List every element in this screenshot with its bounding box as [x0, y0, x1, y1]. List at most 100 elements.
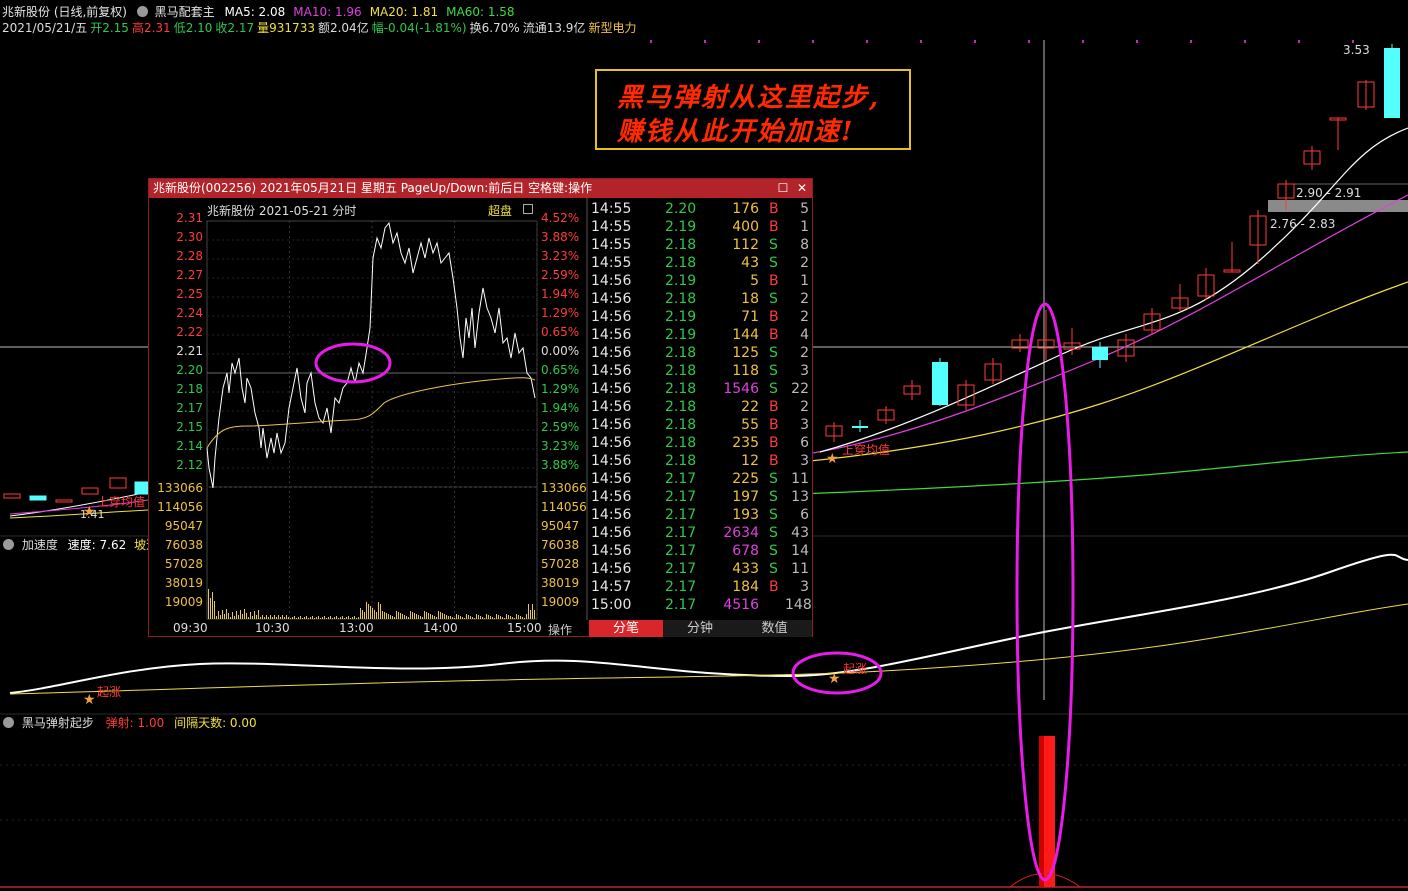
volume-bar: [278, 615, 279, 619]
date-marker: [1136, 40, 1138, 43]
volume-bar: [464, 618, 465, 619]
volume-bar: [260, 617, 261, 619]
date-marker: [758, 40, 760, 43]
date-marker: [1244, 40, 1246, 43]
tick-row[interactable]: 14:56 2.17 2634 S 43: [589, 524, 812, 542]
tick-row[interactable]: 15:00 2.17 4516 148: [589, 596, 812, 614]
tick-row[interactable]: 14:56 2.18 55 B 3: [589, 416, 812, 434]
indicator1-name[interactable]: 加速度: [22, 538, 58, 552]
volume-axis-label: 133066: [157, 481, 203, 495]
tick-row[interactable]: 14:56 2.19 144 B 4: [589, 326, 812, 344]
gear-icon[interactable]: [3, 717, 14, 728]
volume-bar: [440, 612, 441, 619]
popup-titlebar[interactable]: 兆新股份(002256) 2021年05月21日 星期五 PageUp/Down…: [149, 179, 812, 198]
tab-minutes[interactable]: 分钟: [663, 620, 737, 637]
tick-side: S: [769, 255, 778, 271]
tick-row[interactable]: 14:56 2.17 225 S 11: [589, 470, 812, 488]
operation-button[interactable]: 操作: [548, 621, 572, 638]
volume-bar: [324, 616, 325, 619]
tick-count: 5: [800, 201, 809, 217]
price-axis-label: 2.24: [176, 306, 203, 320]
tick-row[interactable]: 14:56 2.18 12 B 3: [589, 452, 812, 470]
tick-count: 2: [800, 255, 809, 271]
volume-bar: [456, 614, 457, 619]
tick-price: 2.18: [665, 417, 697, 433]
tick-list[interactable]: 14:55 2.20 176 B 5 14:55 2.19 400 B 1 14:55 2.18 112…: [589, 200, 812, 618]
tick-row[interactable]: 14:56 2.19 5 B 1: [589, 272, 812, 290]
panel-toggle-icon[interactable]: [523, 204, 533, 214]
pct-axis-label: 0.00%: [541, 344, 579, 358]
time-axis-label: 10:30: [255, 621, 290, 635]
time-axis-label: 15:00: [507, 621, 542, 635]
tab-ticks[interactable]: 分笔: [589, 620, 663, 637]
date-marker: [1190, 40, 1192, 43]
tick-row[interactable]: 14:56 2.19 71 B 2: [589, 308, 812, 326]
tick-row[interactable]: 14:56 2.18 22 B 2: [589, 398, 812, 416]
pct-axis-label: 3.88%: [541, 230, 579, 244]
tick-volume: 118: [732, 363, 759, 379]
price-range-label-2: 2.76 - 2.83: [1270, 217, 1336, 231]
tab-values[interactable]: 数值: [737, 620, 812, 637]
tick-row[interactable]: 14:56 2.18 125 S 2: [589, 344, 812, 362]
gear-icon[interactable]: [3, 539, 14, 550]
volume-bar: [444, 614, 445, 619]
volume-bar: [458, 615, 459, 619]
volume-bar: [508, 615, 509, 619]
indicator2-name[interactable]: 黑马弹射起步: [22, 716, 94, 730]
signal-label-1: 上穿均值: [97, 495, 146, 509]
volume-bar: [270, 615, 271, 619]
volume-bar: [436, 617, 437, 619]
tick-volume: 55: [741, 417, 759, 433]
tick-row[interactable]: 14:55 2.19 400 B 1: [589, 218, 812, 236]
tick-row[interactable]: 14:56 2.17 678 S 14: [589, 542, 812, 560]
super-button[interactable]: 超盘: [488, 202, 512, 219]
tick-price: 2.17: [665, 561, 697, 577]
popup-tabs[interactable]: 分笔 分钟 数值: [589, 620, 812, 637]
tick-side: S: [769, 345, 778, 361]
tick-volume: 197: [732, 489, 759, 505]
volume-bar: [228, 613, 229, 619]
tick-row[interactable]: 14:56 2.17 193 S 6: [589, 506, 812, 524]
candle-body: [3, 493, 21, 499]
close-icon[interactable]: ✕: [794, 179, 810, 198]
tick-count: 4: [800, 327, 809, 343]
tick-row[interactable]: 14:55 2.18 112 S 8: [589, 236, 812, 254]
volume-bar: [466, 614, 467, 619]
tick-time: 14:55: [591, 255, 632, 271]
tick-row[interactable]: 14:55 2.20 176 B 5: [589, 200, 812, 218]
price-axis-label: 2.22: [176, 325, 203, 339]
tick-row[interactable]: 14:56 2.17 197 S 13: [589, 488, 812, 506]
volume-bar: [454, 618, 455, 619]
volume-bar: [352, 617, 353, 619]
tick-row[interactable]: 14:56 2.18 118 S 3: [589, 362, 812, 380]
volume-bar: [462, 617, 463, 619]
volume-bar: [386, 613, 387, 619]
volume-axis-label: 57028: [541, 557, 579, 571]
tick-price: 2.18: [665, 435, 697, 451]
tick-row[interactable]: 14:56 2.18 18 S 2: [589, 290, 812, 308]
tick-time: 14:56: [591, 273, 632, 289]
speed-value: 速度: 7.62: [67, 538, 127, 552]
volume-bar: [470, 616, 471, 619]
candle-body: [109, 477, 127, 489]
tick-row[interactable]: 14:56 2.17 433 S 11: [589, 560, 812, 578]
tick-row[interactable]: 14:57 2.17 184 B 3: [589, 578, 812, 596]
volume-bar: [286, 615, 287, 619]
tick-row[interactable]: 14:56 2.18 1546 S 22: [589, 380, 812, 398]
signal-star-icon: ★: [826, 451, 839, 467]
volume-bar: [222, 610, 223, 619]
indicator-name[interactable]: 黑马配套主: [155, 5, 215, 19]
settings-icon[interactable]: [136, 6, 148, 17]
popup-title: 兆新股份(002256) 2021年05月21日 星期五 PageUp/Down…: [153, 181, 593, 195]
volume-bar: [346, 617, 347, 619]
candle-body: [852, 426, 868, 428]
tick-row[interactable]: 14:56 2.18 235 B 6: [589, 434, 812, 452]
volume-bar: [370, 606, 371, 619]
volume-bar: [294, 616, 295, 619]
volume-bar: [252, 616, 253, 619]
quote-field-1: 2021/05/21/五: [2, 21, 88, 35]
intraday-popup-window[interactable]: 兆新股份(002256) 2021年05月21日 星期五 PageUp/Down…: [148, 178, 813, 637]
tick-row[interactable]: 14:55 2.18 43 S 2: [589, 254, 812, 272]
volume-bar: [502, 617, 503, 619]
maximize-icon[interactable]: ☐: [775, 179, 791, 198]
